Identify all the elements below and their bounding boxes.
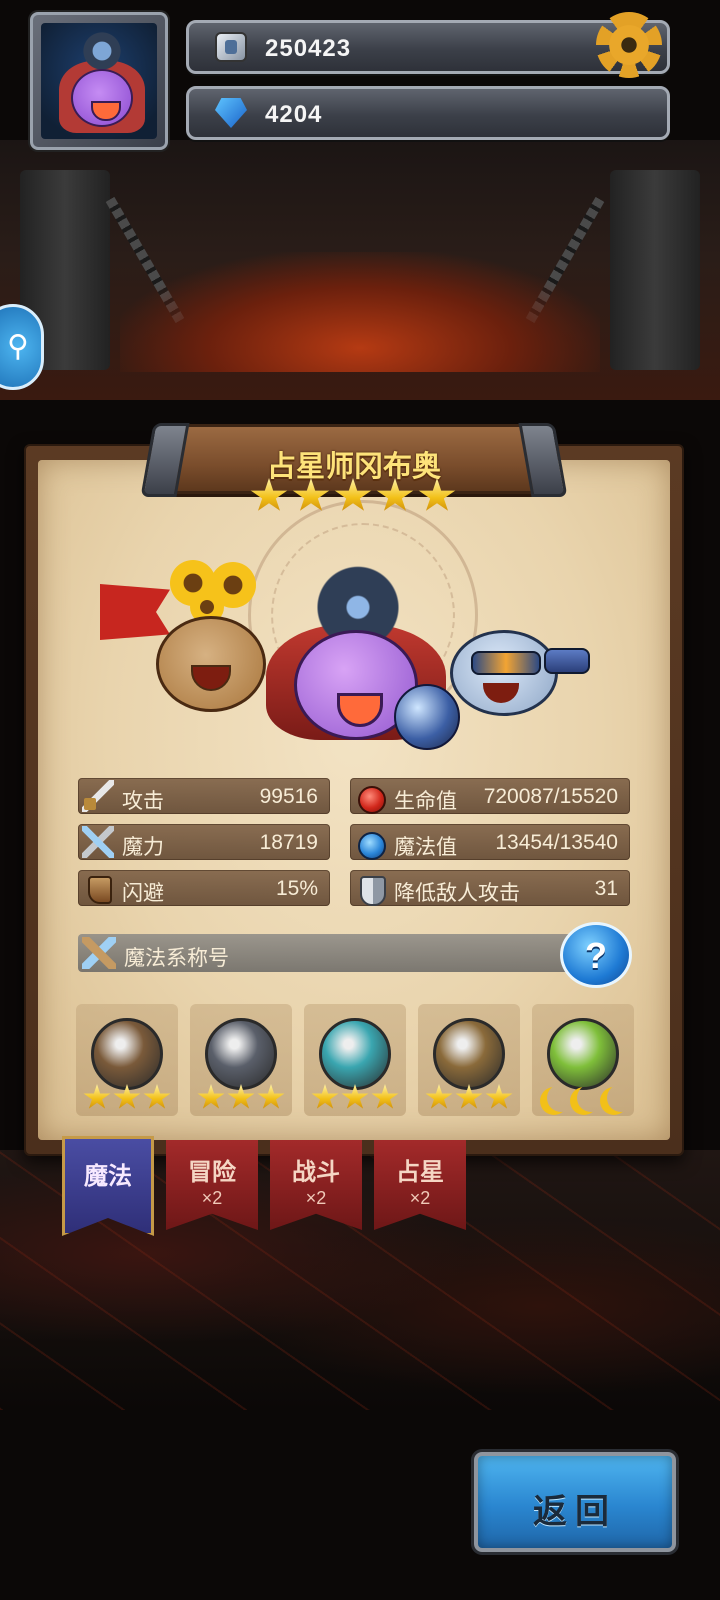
dungeon-background (0, 140, 720, 400)
badge-4[interactable] (418, 1004, 520, 1116)
question-mark-icon: ? (585, 935, 607, 976)
hero-avatar-button[interactable] (30, 12, 168, 150)
boot-icon (82, 872, 114, 904)
star-icon (341, 1084, 369, 1109)
star-icon (376, 478, 414, 511)
star-icon (250, 478, 288, 511)
tab-astrology[interactable]: 占星 ×2 (374, 1140, 466, 1230)
tab-label: 占星 (396, 1159, 444, 1186)
crossed-staff-icon (82, 937, 116, 969)
shield-icon (354, 872, 386, 906)
stat-magic-power: 魔力 18719 (78, 824, 330, 860)
badge-star-rating (308, 1084, 402, 1112)
tab-battle[interactable]: 战斗 ×2 (270, 1140, 362, 1230)
star-icon (227, 1084, 255, 1109)
badge-moon-rating (536, 1084, 630, 1112)
sunflower-knight-character (100, 560, 280, 720)
moon-icon (577, 1084, 605, 1112)
tab-count: ×2 (201, 1188, 223, 1208)
stat-value: 99516 (259, 785, 318, 808)
tab-magic[interactable]: 魔法 (62, 1136, 154, 1236)
star-icon (425, 1084, 453, 1109)
sword-shield-icon (205, 1018, 277, 1090)
badge-3[interactable] (304, 1004, 406, 1116)
gold-value: 250423 (265, 35, 352, 62)
stat-value: 15% (275, 877, 318, 900)
stat-label: 生命值 (394, 790, 457, 813)
tab-count: ×2 (409, 1188, 431, 1208)
stat-attack: 攻击 99516 (78, 778, 330, 814)
badge-5[interactable] (532, 1004, 634, 1116)
badge-star-rating (80, 1084, 174, 1112)
star-icon (418, 478, 456, 511)
stat-mp: 魔法值 13454/13540 (350, 824, 630, 860)
gear-icon[interactable] (596, 12, 662, 78)
stat-enemy-attack-reduction: 降低敌人攻击 31 (350, 870, 630, 906)
badge-2[interactable] (190, 1004, 292, 1116)
star-icon (334, 478, 372, 511)
side-search-button[interactable]: ⚲ (0, 304, 44, 390)
gem-counter: 4204 (186, 86, 670, 140)
astrologer-character (258, 560, 460, 760)
moon-icon (547, 1084, 575, 1112)
star-icon (83, 1084, 111, 1109)
stat-label: 攻击 (122, 790, 164, 813)
star-icon (257, 1084, 285, 1109)
stat-label: 降低敌人攻击 (394, 882, 520, 905)
sword-icon (82, 780, 114, 812)
stat-value: 720087/15520 (483, 785, 618, 808)
star-icon (311, 1084, 339, 1109)
star-icon (371, 1084, 399, 1109)
stat-label: 魔力 (122, 836, 164, 859)
stat-hp: 生命值 720087/15520 (350, 778, 630, 814)
tab-count: ×2 (305, 1188, 327, 1208)
red-potion-icon (354, 780, 386, 814)
avatar (41, 23, 157, 139)
tab-label: 冒险 (188, 1159, 236, 1186)
stat-value: 18719 (259, 831, 318, 854)
tab-adventure[interactable]: 冒险 ×2 (166, 1140, 258, 1230)
crossed-wand-icon (82, 826, 114, 858)
stat-label: 魔法值 (394, 836, 457, 859)
star-icon (197, 1084, 225, 1109)
badge-1[interactable] (76, 1004, 178, 1116)
hero-star-rating (250, 478, 460, 514)
horn-crest-icon (91, 1018, 163, 1090)
back-button-label: 返回 (533, 1493, 617, 1531)
gem-value: 4204 (265, 101, 323, 128)
hero-title-label: 魔法系称号 (124, 947, 229, 970)
tab-label: 魔法 (84, 1163, 132, 1190)
badge-star-rating (194, 1084, 288, 1112)
badge-star-rating (422, 1084, 516, 1112)
blue-potion-icon (354, 826, 386, 860)
stat-dodge: 闪避 15% (78, 870, 330, 906)
stat-label: 闪避 (122, 882, 164, 905)
laurel-rock-icon (433, 1018, 505, 1090)
star-icon (143, 1084, 171, 1109)
hero-title-row[interactable]: 魔法系称号 (78, 934, 578, 972)
lava-glow (120, 252, 600, 372)
moon-icon (607, 1084, 635, 1112)
coin-chest-icon (215, 32, 247, 62)
blue-gem-icon (215, 98, 247, 128)
robot-cat-character (440, 612, 590, 722)
star-icon (485, 1084, 513, 1109)
chalice-crest-icon (319, 1018, 391, 1090)
stat-value: 31 (594, 877, 618, 900)
star-icon (455, 1084, 483, 1109)
stat-value: 13454/13540 (495, 831, 618, 854)
tab-label: 战斗 (292, 1159, 340, 1186)
star-icon (113, 1084, 141, 1109)
magnifier-icon: ⚲ (7, 330, 29, 363)
crown-portal-icon (547, 1018, 619, 1090)
back-button[interactable]: 返回 (474, 1452, 676, 1552)
stone-pillar (610, 170, 700, 370)
star-icon (292, 478, 330, 511)
help-button[interactable]: ? (560, 922, 632, 988)
